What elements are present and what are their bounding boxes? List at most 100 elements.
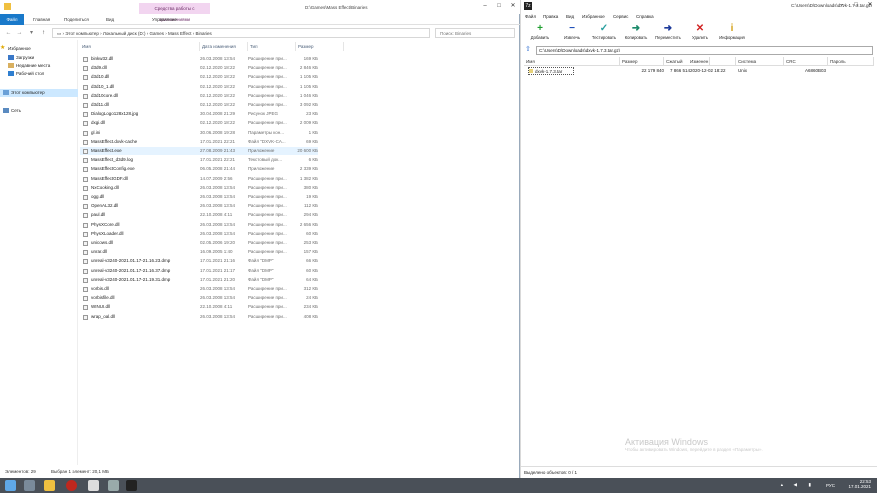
forward-arrow-icon[interactable]: → xyxy=(15,28,24,38)
zcolumn-system[interactable]: Система xyxy=(736,57,784,66)
toolbar-button-1[interactable]: − Извлечь xyxy=(555,22,589,44)
file-icon xyxy=(83,121,88,127)
volume-icon[interactable]: ◀ xyxy=(794,482,797,488)
file-name: binkw32.dll xyxy=(91,56,114,61)
folder-up-icon[interactable]: ⇧ xyxy=(525,46,533,54)
table-row[interactable]: MassEffectGDF.dll 14.07.2009 2:56 Расширен… xyxy=(80,175,318,183)
start-windows-icon[interactable] xyxy=(5,480,16,491)
breadcrumb-drive[interactable]: Локальный диск (D:) xyxy=(103,31,146,36)
tools-contextual-tab[interactable]: Средства работы с приложениями xyxy=(139,3,210,22)
app-taskbar-icon[interactable] xyxy=(108,480,119,491)
table-row[interactable]: MassEffectConfig.exe 06.05.2008 21:44 Прил… xyxy=(80,165,318,173)
toolbar-button-5[interactable]: ✕ Удалить xyxy=(683,22,717,44)
nav-this-pc[interactable]: Этот компьютер xyxy=(0,89,78,97)
menu-file[interactable]: Файл xyxy=(525,14,536,19)
archive-menu-bar: Файл Правка Вид Избранное Сервис Справка xyxy=(521,12,877,22)
table-row[interactable]: wrap_oal.dll 26.03.2008 13:54 Расширение п… xyxy=(80,313,318,321)
table-row[interactable]: unreal-v3240-2021.01.17-21.16.37.dmp 17.0… xyxy=(80,267,318,275)
table-row[interactable]: vorbis.dll 26.03.2008 13:54 Расширение при… xyxy=(80,285,318,293)
tab-manage[interactable]: Управление xyxy=(152,14,177,25)
table-row[interactable]: MassEffect_d3d9.log 17.01.2021 22:21 Текст… xyxy=(80,156,318,164)
column-date[interactable]: Дата изменения xyxy=(200,42,248,51)
search-input[interactable] xyxy=(435,28,515,38)
archive-path-input[interactable]: C:\Users\D\Downloads\dxvk-1.7.3.tar.gz\ xyxy=(536,46,873,55)
table-row[interactable]: unreal-v3240-2021.01.17-21.19.31.dmp 17.0… xyxy=(80,276,318,284)
address-bar[interactable]: ▭ › Этот компьютер › Локальный диск (D:)… xyxy=(52,28,430,38)
archiver-taskbar-icon[interactable] xyxy=(126,480,137,491)
table-row[interactable]: unreal-v3240-2021.01.17-21.16.23.dmp 17.0… xyxy=(80,257,318,265)
tab-home[interactable]: Главная xyxy=(33,14,50,25)
table-row[interactable]: d3d10core.dll 02.12.2020 18:22 Расширение … xyxy=(80,92,318,100)
explorer-taskbar-icon[interactable] xyxy=(44,480,55,491)
archive-row[interactable]: dxvk-1.7.3.tar 22 179 840 7 866 514 2020… xyxy=(524,67,874,75)
menu-edit[interactable]: Правка xyxy=(543,14,558,19)
table-row[interactable]: dxgi.dll 02.12.2020 18:22 Расширение при..… xyxy=(80,119,318,127)
toolbar-button-4[interactable]: ➜ Переместить xyxy=(651,22,685,44)
file-size: 66 КБ xyxy=(306,258,318,264)
table-row[interactable]: paul.dll 22.10.2008 4:11 Расширение при...… xyxy=(80,211,318,219)
table-row[interactable]: PhysXLoader.dll 26.03.2008 13:54 Расширени… xyxy=(80,230,318,238)
minimize-icon[interactable]: – xyxy=(478,2,492,11)
tab-share[interactable]: Поделиться xyxy=(64,14,89,25)
table-row[interactable]: unicows.dll 02.05.2006 19:20 Расширение пр… xyxy=(80,239,318,247)
table-row[interactable]: MassEffect.exe 27.08.2009 21:43 Приложение… xyxy=(80,147,318,156)
toolbar-button-3[interactable]: ➜ Копировать xyxy=(619,22,653,44)
tray-chevron-icon[interactable]: ▴ xyxy=(781,482,783,488)
taskbar-app-icon[interactable] xyxy=(24,480,35,491)
network-tray-icon[interactable]: ▮ xyxy=(809,482,811,488)
zcolumn-size[interactable]: Размер xyxy=(620,57,664,66)
zcolumn-crc[interactable]: CRC xyxy=(784,57,828,66)
zcolumn-modified[interactable]: Изменен xyxy=(688,57,736,66)
table-row[interactable]: d3d10.dll 02.12.2020 18:22 Расширение при.… xyxy=(80,73,318,81)
table-row[interactable]: OpenAL32.dll 26.03.2008 13:54 Расширение п… xyxy=(80,202,318,210)
language-indicator[interactable]: РУС xyxy=(826,483,835,488)
menu-help[interactable]: Справка xyxy=(636,14,654,19)
table-row[interactable]: vorbisfile.dll 26.03.2008 13:54 Расширение… xyxy=(80,294,318,302)
maximize-icon[interactable]: □ xyxy=(492,2,506,11)
breadcrumb-games[interactable]: Games xyxy=(150,31,165,36)
table-row[interactable]: d3d11.dll 02.12.2020 18:22 Расширение при.… xyxy=(80,101,318,109)
table-row[interactable]: WINUI.dll 22.10.2008 4:11 Расширение при..… xyxy=(80,303,318,311)
nav-recent[interactable]: Недавние места xyxy=(0,62,78,70)
breadcrumb-mass-effect[interactable]: Mass Effect xyxy=(168,31,191,36)
table-row[interactable]: d3d10_1.dll 02.12.2020 18:22 Расширение пр… xyxy=(80,83,318,91)
table-row[interactable]: PhysXCore.dll 26.03.2008 13:54 Расширение … xyxy=(80,221,318,229)
table-row[interactable]: MassEffect.dxvk-cache 17.01.2021 22:21 Фай… xyxy=(80,138,318,146)
up-arrow-icon[interactable]: ↑ xyxy=(39,28,48,38)
menu-tools[interactable]: Сервис xyxy=(613,14,628,19)
toolbar-button-0[interactable]: + Добавить xyxy=(523,22,557,44)
browser-taskbar-icon[interactable] xyxy=(66,480,77,491)
table-row[interactable]: gl.ini 30.06.2008 19:28 Параметры кон... 1 … xyxy=(80,129,318,137)
breadcrumb-binaries[interactable]: Binaries xyxy=(195,31,211,36)
column-size[interactable]: Размер xyxy=(296,42,344,51)
tab-file[interactable]: Файл xyxy=(0,14,24,25)
tab-view[interactable]: Вид xyxy=(106,14,114,25)
recent-chevron-icon[interactable]: ▾ xyxy=(27,28,36,38)
nav-desktop[interactable]: Рабочий стол xyxy=(0,70,78,78)
table-row[interactable]: NxCooking.dll 26.03.2008 13:54 Расширение … xyxy=(80,184,318,192)
table-row[interactable]: d3d9.dll 02.12.2020 18:22 Расширение при..… xyxy=(80,64,318,72)
zcolumn-password[interactable]: Пароль xyxy=(828,57,874,66)
app-taskbar-icon[interactable] xyxy=(88,480,99,491)
close-icon[interactable]: ✕ xyxy=(863,1,877,10)
table-row[interactable]: unrar.dll 16.09.2005 1:40 Расширение при..… xyxy=(80,248,318,256)
toolbar-button-2[interactable]: ✓ Тестировать xyxy=(587,22,621,44)
table-row[interactable]: ogg.dll 26.03.2008 13:54 Расширение при...… xyxy=(80,193,318,201)
nav-favorites[interactable]: ★ Избранное xyxy=(0,45,78,53)
breadcrumb-this-pc[interactable]: Этот компьютер xyxy=(65,31,99,36)
column-name[interactable]: Имя xyxy=(80,42,200,51)
toolbar-button-6[interactable]: i Информация xyxy=(715,22,749,44)
menu-view[interactable]: Вид xyxy=(566,14,574,19)
table-row[interactable]: binkw32.dll 26.03.2008 13:54 Расширение пр… xyxy=(80,55,318,63)
nav-network[interactable]: Сеть xyxy=(0,107,78,115)
zcolumn-name[interactable]: Имя xyxy=(524,57,620,66)
maximize-icon[interactable]: □ xyxy=(849,1,863,10)
clock[interactable]: 22:53 17.01.2021 xyxy=(848,479,871,489)
column-type[interactable]: Тип xyxy=(248,42,296,51)
close-icon[interactable]: ✕ xyxy=(506,2,520,11)
nav-downloads[interactable]: Загрузки xyxy=(0,54,78,62)
menu-favorites[interactable]: Избранное xyxy=(582,14,605,19)
minimize-icon[interactable]: – xyxy=(835,1,849,10)
back-arrow-icon[interactable]: ← xyxy=(4,28,13,38)
table-row[interactable]: DialogLogo128x128.jpg 30.04.2008 21:29 Рис… xyxy=(80,110,318,118)
